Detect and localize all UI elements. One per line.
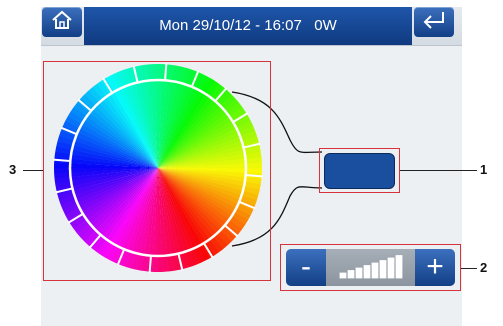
brightness-level-bar xyxy=(371,262,379,279)
callout-leader-1 xyxy=(400,170,477,171)
brightness-level-bar xyxy=(355,267,363,279)
brightness-level-bar xyxy=(339,272,347,279)
selected-color-swatch xyxy=(324,153,395,189)
brightness-level-bar xyxy=(347,270,355,279)
brightness-minus-button[interactable]: - xyxy=(286,249,326,286)
callout-number-3: 3 xyxy=(9,162,17,177)
brightness-level-bar xyxy=(379,260,387,279)
brightness-level-bar xyxy=(395,255,403,279)
brightness-level-bar xyxy=(363,265,371,279)
brightness-level-bar xyxy=(387,257,395,279)
callout-leader-2 xyxy=(461,268,477,269)
brightness-level-bars xyxy=(339,255,403,279)
brightness-level-indicator xyxy=(326,249,415,286)
brightness-plus-button[interactable]: + xyxy=(415,249,455,286)
callout-box-3 xyxy=(43,61,271,281)
callout-number-1: 1 xyxy=(480,162,488,177)
callout-leader-3 xyxy=(23,170,43,171)
callout-number-2: 2 xyxy=(480,260,488,275)
